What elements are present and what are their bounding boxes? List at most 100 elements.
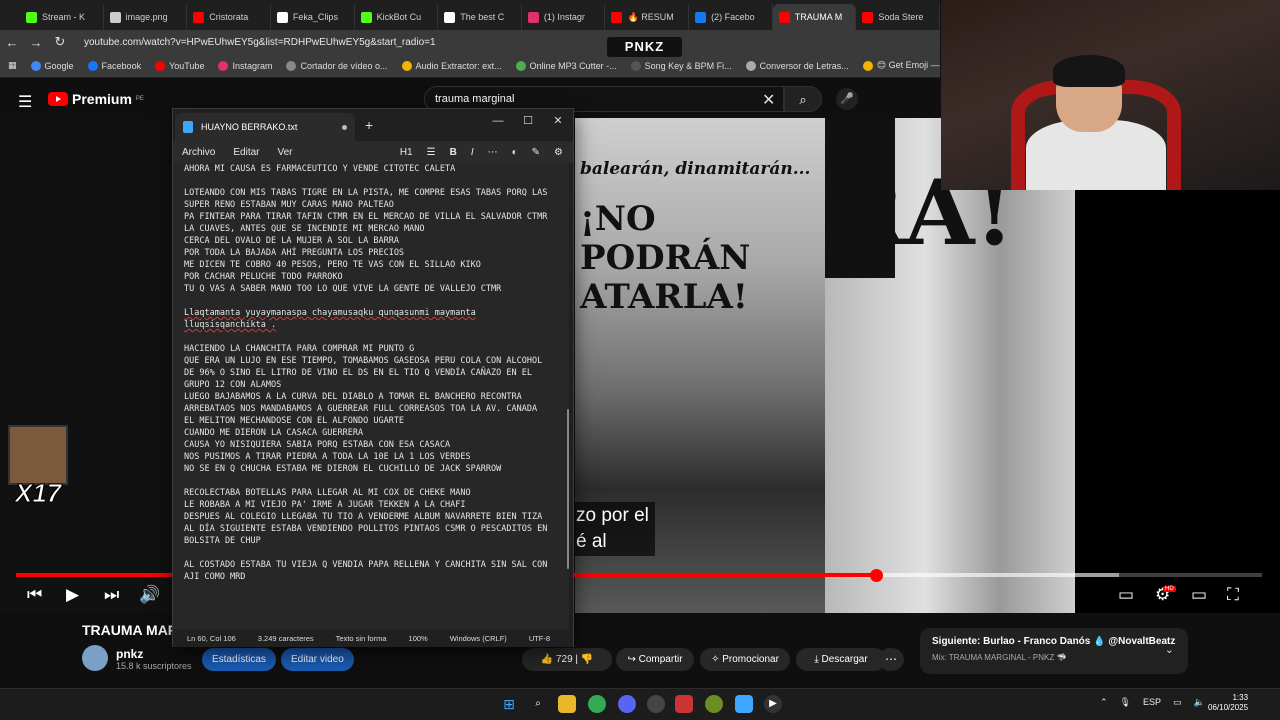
bookmark-icon [218, 60, 229, 71]
close-button[interactable]: ✕ [543, 111, 573, 131]
browser-tab[interactable]: TRAUMA M [772, 4, 857, 30]
share-icon: ↪ [627, 654, 639, 665]
like-button[interactable]: 👍 729 | 👎 [522, 648, 612, 671]
chevron-up-icon[interactable]: ⌃ [1100, 697, 1108, 708]
app-icon[interactable] [675, 695, 693, 713]
gear-icon[interactable]: ⚙ [554, 147, 563, 158]
clock[interactable]: 1:33 06/10/2025 [1208, 693, 1248, 713]
time: 1:33 [1232, 693, 1249, 702]
avatar[interactable] [82, 645, 108, 671]
subtitles-icon[interactable]: ▭ [1118, 585, 1134, 605]
italic-icon[interactable]: I [471, 147, 474, 158]
mic-tray-icon[interactable]: 🎙 [1120, 697, 1131, 708]
tab-favicon-icon [611, 11, 623, 23]
up-next-card[interactable]: Siguiente: Burlao - Franco Danós 💧 @Nova… [920, 628, 1188, 674]
menu-editar[interactable]: Editar [224, 147, 268, 158]
heading-dropdown[interactable]: H1 [400, 147, 413, 158]
search-icon[interactable]: ⌕ [529, 695, 547, 713]
notepad-tab[interactable]: HUAYNO BERRAKO.txt [175, 113, 355, 141]
progress-scrubber[interactable] [869, 569, 883, 582]
apps-icon[interactable]: ▦ [8, 60, 17, 71]
bookmark-icon [87, 60, 98, 71]
newspaper-line-1: balearán, dinamitarán... [580, 159, 811, 179]
taskbar [0, 688, 1280, 720]
new-tab-button[interactable]: + [365, 117, 373, 133]
bookmark-item[interactable]: Instagram [218, 60, 272, 71]
menu-icon[interactable]: ☰ [18, 92, 32, 112]
unsaved-dot-icon[interactable] [342, 124, 347, 130]
notepad-taskbar-icon[interactable] [735, 695, 753, 713]
bookmark-item[interactable]: Song Key & BPM Fi... [630, 60, 732, 71]
notepad-editor[interactable]: AHORA MI CAUSA ES FARMACEUTICO Y VENDE C… [173, 163, 569, 629]
browser-tab[interactable]: The best C [438, 4, 522, 30]
edit-video-button[interactable]: Editar video [281, 648, 354, 671]
browser-tab[interactable]: (1) Instagr [522, 4, 606, 30]
previous-button[interactable]: ⏮ [27, 585, 42, 605]
menu-ver[interactable]: Ver [268, 147, 301, 158]
more-format-icon[interactable]: ⋯ [488, 147, 498, 158]
channel-name[interactable]: pnkz [116, 647, 143, 661]
browser-tab[interactable]: Soda Stere [856, 4, 940, 30]
bookmark-item[interactable]: Conversor de Letras... [745, 60, 849, 71]
share-button[interactable]: ↪ Compartir [616, 648, 694, 671]
xbox-icon[interactable] [705, 695, 723, 713]
chrome-icon[interactable] [588, 695, 606, 713]
volume-icon[interactable]: 🔊 [139, 585, 160, 605]
promote-button[interactable]: ✧ Promocionar [700, 648, 790, 671]
bold-icon[interactable]: B [450, 147, 457, 158]
download-button[interactable]: ⤓ Descargar [796, 648, 886, 671]
browser-tab[interactable]: Stream - K [20, 4, 104, 30]
chevron-down-icon[interactable]: ⌄ [1165, 643, 1174, 656]
browser-tab[interactable]: Cristorata [187, 4, 271, 30]
media-player-icon[interactable]: ▶ [764, 695, 782, 713]
minimize-button[interactable]: — [483, 111, 513, 131]
browser-tab[interactable]: 🔥 RESUM [605, 4, 690, 30]
discord-icon[interactable] [618, 695, 636, 713]
folder-icon[interactable] [558, 695, 576, 713]
forward-button[interactable]: → [24, 35, 48, 50]
volume-tray-icon[interactable]: 🔈 [1194, 697, 1205, 708]
reload-button[interactable]: ↻ [48, 34, 72, 50]
play-button[interactable]: ▶ [66, 585, 79, 605]
bookmark-item[interactable]: Facebook [87, 60, 141, 71]
browser-tab[interactable]: image.png [104, 4, 188, 30]
bookmark-icon [515, 60, 526, 71]
maximize-button[interactable]: ☐ [513, 111, 543, 131]
start-icon[interactable]: ⊞ [500, 695, 518, 713]
theater-mode-icon[interactable]: ▭ [1191, 585, 1207, 605]
tab-strip: Stream - K image.png Cristorata Feka_Clips K… [0, 0, 940, 30]
browser-tab[interactable]: (2) Facebo [689, 4, 773, 30]
scrollbar[interactable] [567, 409, 569, 569]
url-field[interactable]: youtube.com/watch?v=HPwEUhwEY5g&list=RDH… [84, 37, 436, 48]
bookmark-item[interactable]: YouTube [155, 60, 204, 71]
text-line: GRUPO 12 CON ALAMOS [184, 380, 282, 390]
mic-icon[interactable]: 🎤 [836, 88, 858, 110]
language-indicator[interactable]: ESP [1143, 697, 1161, 708]
fullscreen-icon[interactable]: ⛶ [1227, 585, 1239, 605]
tab-label: image.png [125, 12, 168, 22]
bookmark-item[interactable]: Cortador de vídeo o... [286, 60, 388, 71]
back-button[interactable]: ← [0, 35, 24, 50]
browser-tab[interactable]: Feka_Clips [271, 4, 355, 30]
more-icon[interactable]: ⋯ [878, 648, 904, 671]
menu-archivo[interactable]: Archivo [173, 147, 224, 158]
stats-button[interactable]: Estadísticas [202, 648, 276, 671]
list-icon[interactable]: ☰ [427, 147, 436, 158]
search-button[interactable]: ⌕ [784, 86, 822, 112]
pen-icon[interactable]: ✎ [532, 147, 540, 158]
network-icon[interactable]: ▭ [1173, 697, 1182, 708]
text-line: CERCA DEL OVALO DE LA MUJER A SOL LA BAR… [184, 236, 399, 246]
pnkz-logo: PNKZ [607, 37, 682, 57]
bookmark-item[interactable]: Google [30, 60, 74, 71]
text-line: HACIENDO LA CHANCHITA PARA COMPRAR MI PU… [184, 344, 415, 354]
youtube-logo[interactable]: Premium PE [48, 91, 144, 107]
bookmark-item[interactable]: Audio Extractor: ext... [401, 60, 502, 71]
thumbs-down-icon[interactable]: | 👎 [573, 654, 593, 665]
obs-icon[interactable] [647, 695, 665, 713]
bookmark-item[interactable]: Online MP3 Cutter -... [515, 60, 617, 71]
clear-icon[interactable]: ✕ [762, 90, 775, 110]
text-line: AL COSTADO ESTABA TU VIEJA Q VENDIA PAPA… [184, 560, 548, 570]
browser-tab[interactable]: KickBot Cu [355, 4, 439, 30]
next-button[interactable]: ⏭ [104, 585, 119, 605]
copilot-icon[interactable]: ◐ [512, 147, 518, 158]
